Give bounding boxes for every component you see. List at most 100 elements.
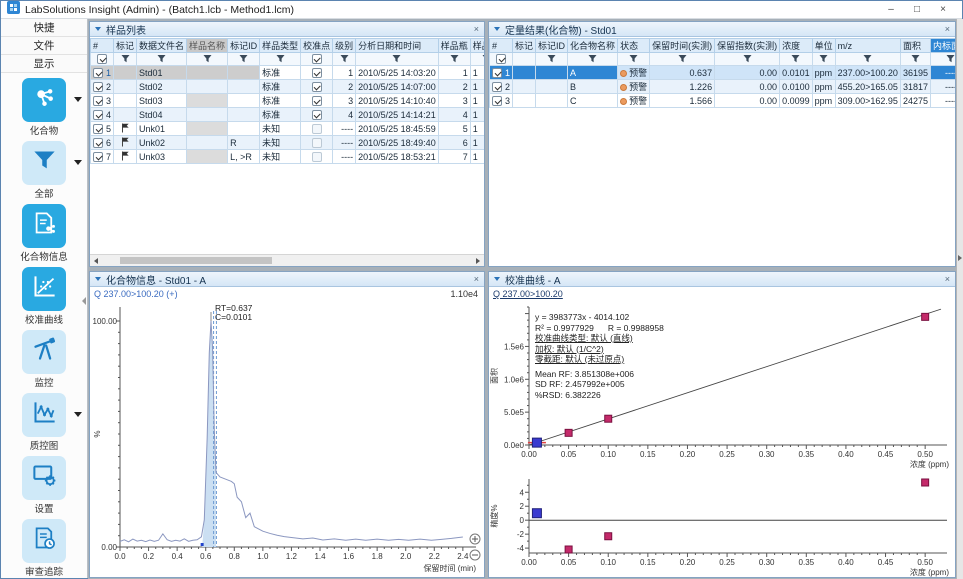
horizontal-scrollbar[interactable] [90,254,484,266]
filter-funnel-icon[interactable] [678,54,687,65]
checkbox[interactable] [312,124,322,134]
checkbox[interactable] [312,138,322,148]
sample-row[interactable]: 2Std02标准22010/5/25 14:07:0021 [91,80,485,94]
filter-funnel-icon[interactable] [629,54,638,65]
close-icon[interactable]: × [945,274,950,284]
tool-qc-chart[interactable]: 质控图 [1,390,88,453]
checkbox[interactable] [492,68,502,78]
column-header[interactable]: 标记ID [228,39,260,53]
sidebar-menu-1[interactable]: 文件 [1,37,87,55]
column-header[interactable]: 样品架 [470,39,484,53]
filter-funnel-icon[interactable] [392,54,401,65]
checkbox[interactable] [93,124,103,134]
collapsed-panel-strip[interactable] [956,19,963,579]
dropdown-caret-icon[interactable] [74,160,82,165]
column-header[interactable]: 标记 [513,39,536,53]
close-icon[interactable]: × [474,24,479,34]
sample-row[interactable]: 1Std01标准12010/5/25 14:03:2011 [91,66,485,80]
filter-funnel-icon[interactable] [588,54,597,65]
column-header[interactable]: m/z [835,39,900,53]
sample-row[interactable]: 5Unk01未知----2010/5/25 18:45:5951 [91,122,485,136]
minimize-button[interactable]: – [878,2,904,18]
expand-panel-icon[interactable] [958,255,962,261]
checkbox[interactable] [496,54,506,64]
scroll-right-icon[interactable] [476,258,480,264]
chromatogram-plot[interactable]: 100.000.00%0.00.20.40.60.81.01.21.41.61.… [90,301,482,577]
column-header[interactable]: 标记ID [536,39,568,53]
curve-type-link[interactable]: 校准曲线类型: 默认 (直线) [535,333,664,344]
filter-funnel-icon[interactable] [819,54,828,65]
maximize-button[interactable]: □ [904,2,930,18]
weighting-link[interactable]: 加权: 默认 (1/C^2) [535,344,664,355]
collapse-caret-icon[interactable] [494,27,500,31]
column-header[interactable]: 级别 [333,39,356,53]
column-header[interactable]: 状态 [618,39,650,53]
column-header[interactable]: 校准点 [301,39,333,53]
channel-link[interactable]: Q 237.00>100.20 [489,288,955,301]
filter-funnel-icon[interactable] [547,54,556,65]
filter-funnel-icon[interactable] [340,54,349,65]
checkbox[interactable] [492,96,502,106]
checkbox[interactable] [312,82,322,92]
column-header[interactable]: # [490,39,513,53]
collapse-caret-icon[interactable] [494,277,500,281]
checkbox[interactable] [312,96,322,106]
filter-funnel-icon[interactable] [450,54,459,65]
collapse-caret-icon[interactable] [95,27,101,31]
column-header[interactable]: 数据文件名 [137,39,187,53]
sidebar-menu-0[interactable]: 快捷 [1,19,87,37]
filter-funnel-icon[interactable] [276,54,285,65]
filter-funnel-icon[interactable] [863,54,872,65]
tool-telescope[interactable]: 监控 [1,327,88,390]
checkbox[interactable] [93,152,103,162]
tool-calibration-curve[interactable]: 校准曲线 [1,264,88,327]
collapse-caret-icon[interactable] [95,277,101,281]
column-header[interactable]: 分析日期和时间 [356,39,439,53]
dropdown-caret-icon[interactable] [74,412,82,417]
column-header[interactable]: 样品类型 [260,39,301,53]
filter-funnel-icon[interactable] [239,54,248,65]
checkbox[interactable] [312,68,322,78]
column-header[interactable]: 浓度 [780,39,813,53]
checkbox[interactable] [312,54,322,64]
column-header[interactable]: 面积 [900,39,930,53]
column-header[interactable]: 化合物名称 [568,39,618,53]
tool-audit-trail[interactable]: 审查追踪 [1,516,88,579]
column-header[interactable]: 内标面积 [930,39,955,53]
checkbox[interactable] [93,110,103,120]
sample-row[interactable]: 6Unk02R未知----2010/5/25 18:49:4061 [91,136,485,150]
filter-funnel-icon[interactable] [743,54,752,65]
checkbox[interactable] [312,110,322,120]
tool-filter[interactable]: 全部 [1,138,88,201]
close-icon[interactable]: × [474,274,479,284]
tool-molecule[interactable]: 化合物 [1,75,88,138]
filter-funnel-icon[interactable] [946,54,955,65]
checkbox[interactable] [93,138,103,148]
sample-row[interactable]: 7Unk03L, >R未知----2010/5/25 18:53:2171 [91,150,485,164]
tool-compound-info[interactable]: 化合物信息 [1,201,88,264]
filter-funnel-icon[interactable] [157,54,166,65]
checkbox[interactable] [93,82,103,92]
column-header[interactable]: 保留指数(实测) [715,39,780,53]
column-header[interactable]: # [91,39,114,53]
checkbox[interactable] [312,152,322,162]
filter-funnel-icon[interactable] [121,54,130,65]
checkbox[interactable] [492,82,502,92]
dropdown-caret-icon[interactable] [74,97,82,102]
close-button[interactable]: × [930,2,956,18]
tool-settings[interactable]: 设置 [1,453,88,516]
sidebar-menu-2[interactable]: 显示 [1,55,87,73]
sample-row[interactable]: 3Std03标准32010/5/25 14:10:4031 [91,94,485,108]
scroll-left-icon[interactable] [94,258,98,264]
column-header[interactable]: 样品名称 [187,39,228,53]
scrollbar-thumb[interactable] [120,257,272,264]
quant-row[interactable]: 1A预警0.6370.000.0101ppm237.00>100.2036195… [490,66,956,80]
quant-row[interactable]: 2B预警1.2260.000.0100ppm455.20>165.0531817… [490,80,956,94]
checkbox[interactable] [97,54,107,64]
column-header[interactable]: 标记 [114,39,137,53]
zero-intercept-link[interactable]: 零截距: 默认 (未过原点) [535,354,664,365]
sample-row[interactable]: 4Std04标准42010/5/25 14:14:2141 [91,108,485,122]
quant-row[interactable]: 3C预警1.5660.000.0099ppm309.00>162.9524275… [490,94,956,108]
sidebar-collapse-icon[interactable] [82,297,86,305]
close-icon[interactable]: × [945,24,950,34]
